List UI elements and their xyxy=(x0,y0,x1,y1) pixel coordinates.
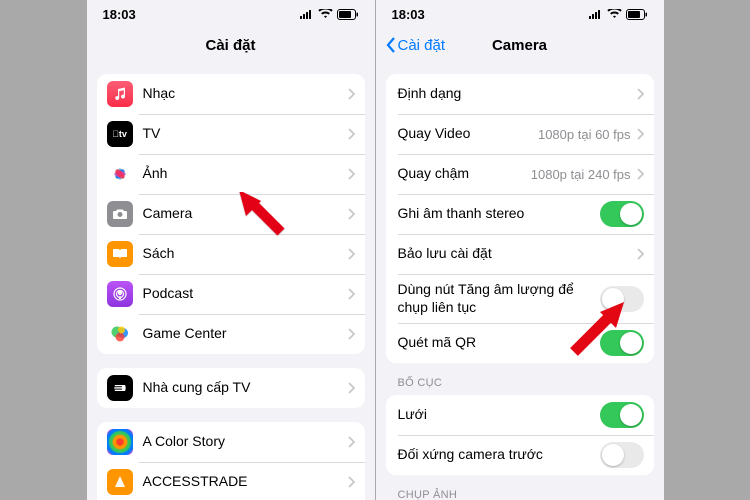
camera-settings-screen: 18:03 Cài đặt Camera Định dạng Quay Vide… xyxy=(376,0,664,500)
tv-provider-icon xyxy=(107,375,133,401)
row-app-colorstory[interactable]: A Color Story xyxy=(97,422,365,462)
row-value: 1080p tại 240 fps xyxy=(531,167,631,182)
row-label: Ghi âm thanh stereo xyxy=(398,205,600,223)
chevron-right-icon xyxy=(348,328,355,340)
chevron-right-icon xyxy=(637,168,644,180)
settings-group-apple-apps: Nhạc tv TV Ảnh Camera Sách xyxy=(97,74,365,354)
chevron-right-icon xyxy=(348,288,355,300)
status-time: 18:03 xyxy=(392,7,425,22)
status-bar: 18:03 xyxy=(87,0,375,28)
chevron-right-icon xyxy=(348,128,355,140)
tv-icon: tv xyxy=(107,121,133,147)
row-stereo: Ghi âm thanh stereo xyxy=(386,194,654,234)
row-label: Sách xyxy=(143,245,348,263)
section-capture: CHỤP ẢNH xyxy=(386,475,654,500)
chevron-right-icon xyxy=(348,248,355,260)
row-volume-burst: Dùng nút Tăng âm lượng để chụp liên tục xyxy=(386,274,654,323)
row-formats[interactable]: Định dạng xyxy=(386,74,654,114)
row-podcast[interactable]: Podcast xyxy=(97,274,365,314)
row-qr: Quét mã QR xyxy=(386,323,654,363)
row-label: Quét mã QR xyxy=(398,334,600,352)
row-label: Quay chậm xyxy=(398,165,531,183)
chevron-right-icon xyxy=(637,248,644,260)
row-preserve[interactable]: Bảo lưu cài đặt xyxy=(386,234,654,274)
row-label: Nhà cung cấp TV xyxy=(143,379,348,397)
page-title: Cài đặt xyxy=(87,37,375,54)
app-icon xyxy=(107,469,133,495)
chevron-right-icon xyxy=(348,88,355,100)
chevron-right-icon xyxy=(637,128,644,140)
settings-group-tv-provider: Nhà cung cấp TV xyxy=(97,368,365,408)
chevron-right-icon xyxy=(348,476,355,488)
row-gamecenter[interactable]: Game Center xyxy=(97,314,365,354)
row-label: Định dạng xyxy=(398,85,637,103)
status-time: 18:03 xyxy=(103,7,136,22)
row-label: Quay Video xyxy=(398,125,538,143)
row-value: 1080p tại 60 fps xyxy=(538,127,631,142)
row-label: Lưới xyxy=(398,406,600,424)
row-music[interactable]: Nhạc xyxy=(97,74,365,114)
row-label: Đối xứng camera trước xyxy=(398,446,600,464)
section-composition: BỐ CỤC xyxy=(386,363,654,393)
camera-group-main: Định dạng Quay Video 1080p tại 60 fps Qu… xyxy=(386,74,654,363)
row-camera[interactable]: Camera xyxy=(97,194,365,234)
row-label: Nhạc xyxy=(143,85,348,103)
row-label: Bảo lưu cài đặt xyxy=(398,245,637,263)
nav-bar: Cài đặt Camera xyxy=(376,28,664,62)
status-icons xyxy=(589,9,648,20)
row-label: Ảnh xyxy=(143,165,348,183)
chevron-right-icon xyxy=(348,168,355,180)
back-label: Cài đặt xyxy=(398,37,446,54)
camera-group-composition: Lưới Đối xứng camera trước xyxy=(386,395,654,475)
books-icon xyxy=(107,241,133,267)
toggle-mirror[interactable] xyxy=(600,442,644,468)
toggle-stereo[interactable] xyxy=(600,201,644,227)
row-label: ACCESSTRADE xyxy=(143,473,348,491)
row-tv-provider[interactable]: Nhà cung cấp TV xyxy=(97,368,365,408)
row-slomo[interactable]: Quay chậm 1080p tại 240 fps xyxy=(386,154,654,194)
row-label: TV xyxy=(143,125,348,143)
podcast-icon xyxy=(107,281,133,307)
toggle-volume-burst[interactable] xyxy=(600,286,644,312)
row-mirror: Đối xứng camera trước xyxy=(386,435,654,475)
nav-bar: Cài đặt xyxy=(87,28,375,62)
camera-icon xyxy=(107,201,133,227)
back-button[interactable]: Cài đặt xyxy=(386,37,446,54)
game-center-icon xyxy=(107,321,133,347)
row-label: Camera xyxy=(143,205,348,223)
row-label: Podcast xyxy=(143,285,348,303)
row-record-video[interactable]: Quay Video 1080p tại 60 fps xyxy=(386,114,654,154)
row-grid: Lưới xyxy=(386,395,654,435)
music-icon xyxy=(107,81,133,107)
row-books[interactable]: Sách xyxy=(97,234,365,274)
app-icon xyxy=(107,429,133,455)
status-bar: 18:03 xyxy=(376,0,664,28)
photos-icon xyxy=(107,161,133,187)
status-icons xyxy=(300,9,359,20)
row-label: Game Center xyxy=(143,325,348,343)
row-tv[interactable]: tv TV xyxy=(97,114,365,154)
settings-group-third-party: A Color Story ACCESSTRADE ÆON AEON VietN… xyxy=(97,422,365,500)
toggle-grid[interactable] xyxy=(600,402,644,428)
row-photos[interactable]: Ảnh xyxy=(97,154,365,194)
row-app-accesstrade[interactable]: ACCESSTRADE xyxy=(97,462,365,500)
chevron-right-icon xyxy=(348,436,355,448)
row-label: A Color Story xyxy=(143,433,348,451)
chevron-right-icon xyxy=(637,88,644,100)
toggle-qr[interactable] xyxy=(600,330,644,356)
chevron-right-icon xyxy=(348,208,355,220)
chevron-right-icon xyxy=(348,382,355,394)
row-label: Dùng nút Tăng âm lượng để chụp liên tục xyxy=(398,281,600,316)
settings-screen: 18:03 Cài đặt Nhạc tv TV Ảnh xyxy=(87,0,375,500)
